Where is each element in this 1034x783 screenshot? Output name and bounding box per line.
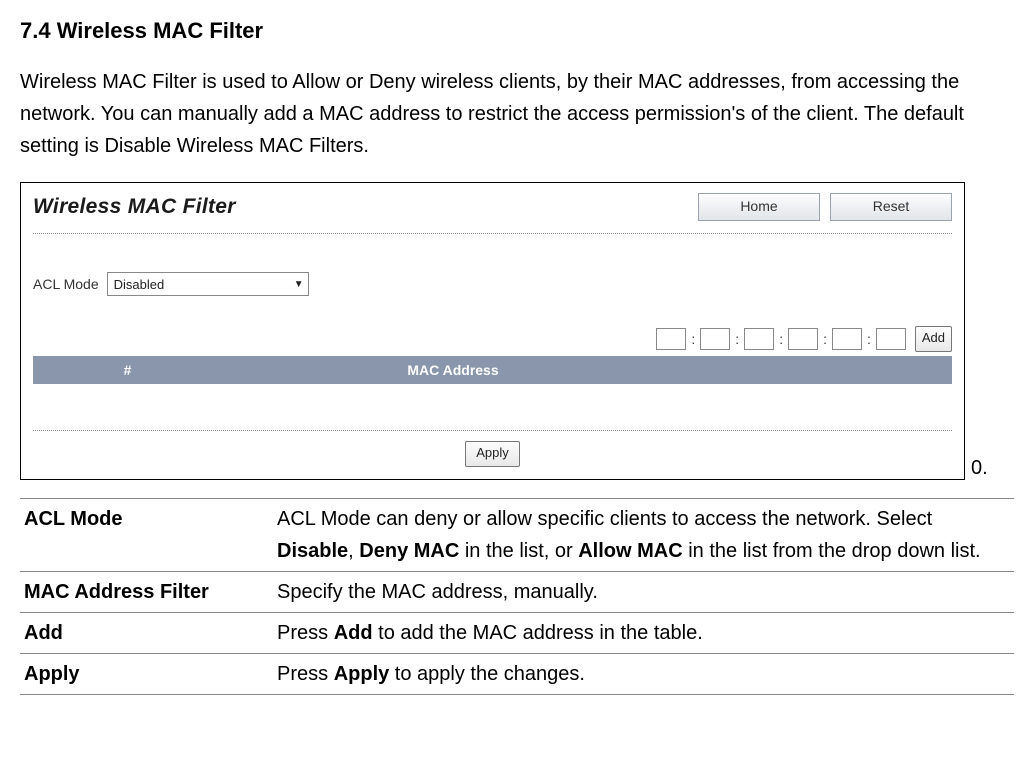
desc-text-part: to apply the changes. [389,663,585,685]
colon-separator: : [867,331,871,347]
mac-address-table: # MAC Address [33,356,952,384]
desc-label: Add [20,613,273,654]
desc-text-part: ACL Mode can deny or allow specific clie… [277,508,932,530]
mac-entry-row: : : : : : Add [33,326,952,352]
apply-button[interactable]: Apply [465,441,520,467]
desc-row-add: Add Press Add to add the MAC address in … [20,613,1014,654]
desc-text-bold: Allow MAC [578,540,682,562]
desc-row-acl-mode: ACL Mode ACL Mode can deny or allow spec… [20,499,1014,572]
desc-text: Specify the MAC address, manually. [273,572,1014,613]
acl-mode-row: ACL Mode Disabled ▼ [33,272,952,296]
home-button[interactable]: Home [698,193,820,221]
desc-text: Press Add to add the MAC address in the … [273,613,1014,654]
desc-text-part: in the list, or [459,540,578,562]
trailing-zero-text: 0. [971,457,988,480]
desc-label: MAC Address Filter [20,572,273,613]
router-ui-screenshot: Wireless MAC Filter Home Reset ACL Mode … [20,182,965,480]
desc-text-part: in the list from the drop down list. [683,540,981,562]
desc-label: Apply [20,654,273,695]
colon-separator: : [691,331,695,347]
desc-text-part: to add the MAC address in the table. [373,622,703,644]
mac-octet-input-6[interactable] [876,328,906,350]
desc-text-part: , [348,540,359,562]
top-buttons: Home Reset [698,193,952,221]
acl-mode-select[interactable]: Disabled ▼ [107,272,309,296]
desc-text-bold: Add [334,622,373,644]
colon-separator: : [735,331,739,347]
colon-separator: : [779,331,783,347]
acl-mode-label: ACL Mode [33,276,99,292]
screenshot-topbar: Wireless MAC Filter Home Reset [33,193,952,234]
desc-text: Press Apply to apply the changes. [273,654,1014,695]
mac-octet-input-2[interactable] [700,328,730,350]
desc-row-mac-filter: MAC Address Filter Specify the MAC addre… [20,572,1014,613]
apply-row: Apply [33,430,952,467]
desc-text: ACL Mode can deny or allow specific clie… [273,499,1014,572]
acl-mode-value: Disabled [114,277,165,292]
add-button[interactable]: Add [915,326,952,352]
col-header-blank [685,357,952,384]
desc-text-bold: Apply [334,663,390,685]
mac-octet-input-1[interactable] [656,328,686,350]
desc-text-part: Press [277,622,334,644]
colon-separator: : [823,331,827,347]
intro-paragraph: Wireless MAC Filter is used to Allow or … [20,66,1014,162]
desc-label: ACL Mode [20,499,273,572]
mac-octet-input-5[interactable] [832,328,862,350]
chevron-down-icon: ▼ [294,279,304,290]
section-heading: 7.4 Wireless MAC Filter [20,18,1014,44]
page-title: Wireless MAC Filter [33,195,236,219]
desc-text-part: Press [277,663,334,685]
table-header-row: # MAC Address [34,357,952,384]
mac-octet-input-4[interactable] [788,328,818,350]
mac-octet-input-3[interactable] [744,328,774,350]
col-header-index: # [34,357,222,384]
description-table: ACL Mode ACL Mode can deny or allow spec… [20,498,1014,695]
screenshot-wrapper: Wireless MAC Filter Home Reset ACL Mode … [20,182,1014,480]
reset-button[interactable]: Reset [830,193,952,221]
col-header-mac: MAC Address [222,357,685,384]
desc-text-bold: Disable [277,540,348,562]
desc-row-apply: Apply Press Apply to apply the changes. [20,654,1014,695]
desc-text-bold: Deny MAC [359,540,459,562]
